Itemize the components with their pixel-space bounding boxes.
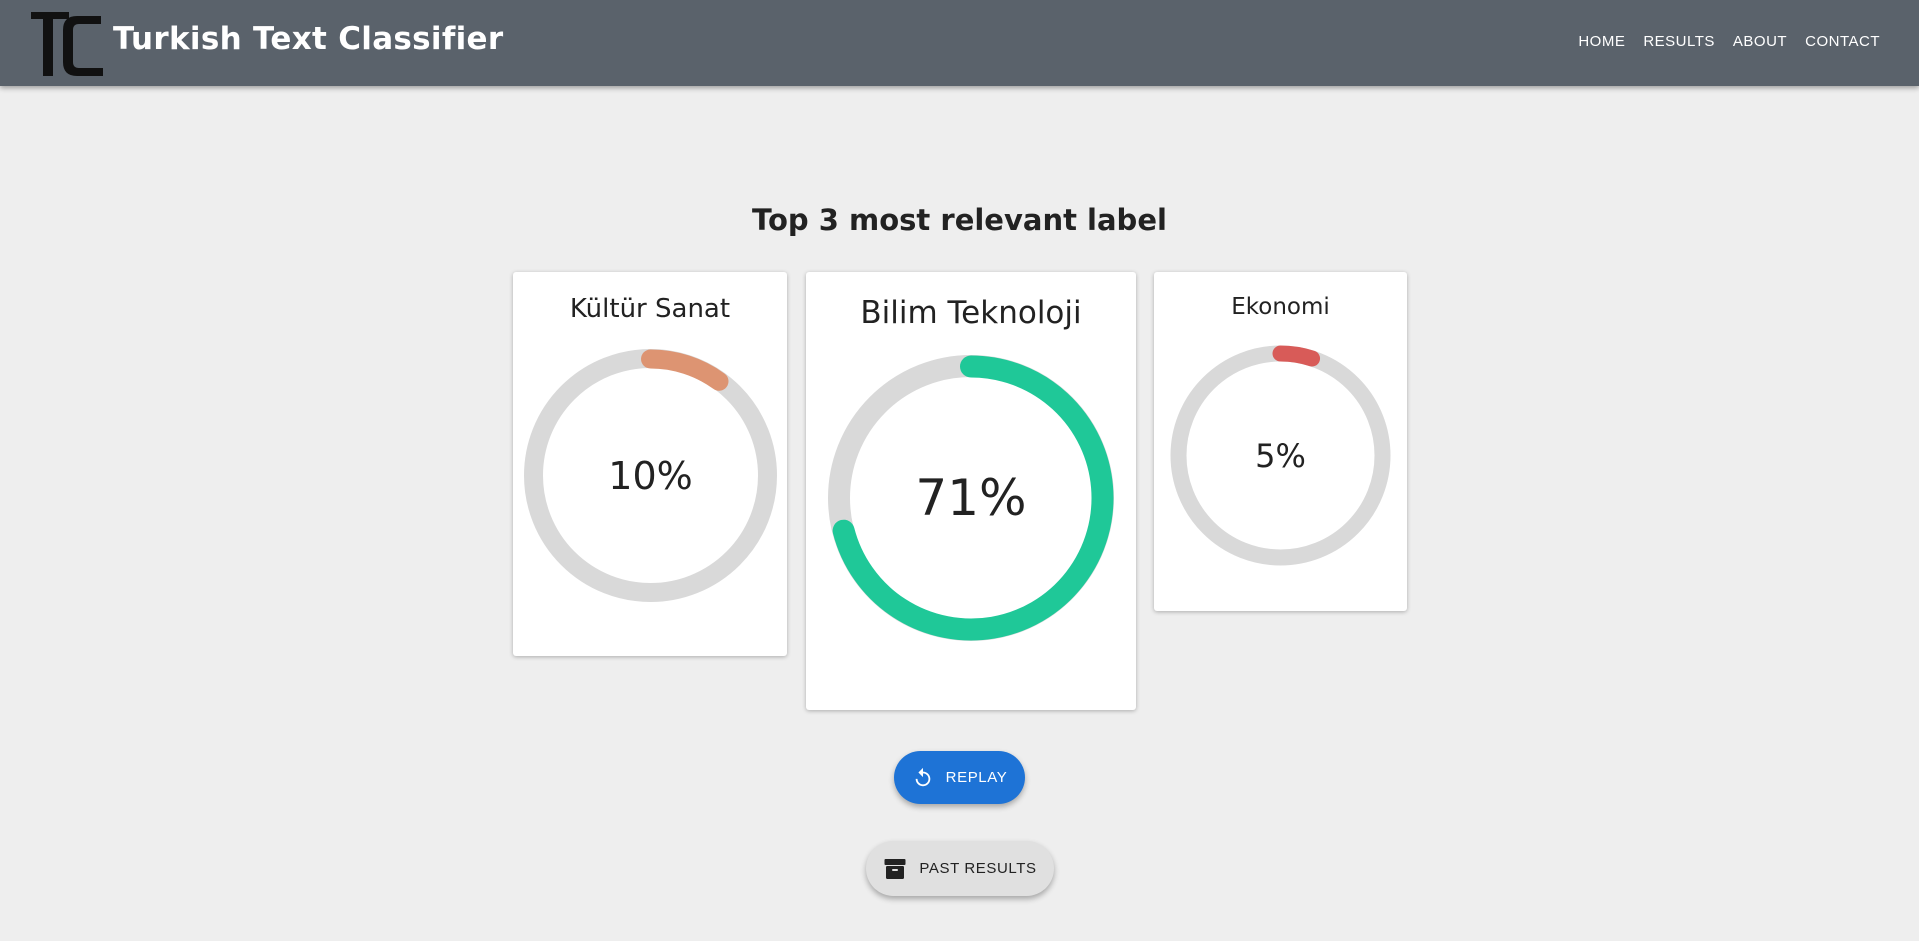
- top-navbar: Turkish Text Classifier HOME RESULTS ABO…: [0, 0, 1919, 86]
- replay-button[interactable]: REPLAY: [894, 751, 1025, 804]
- progress-gauge: 10%: [524, 349, 777, 602]
- progress-gauge: 71%: [828, 355, 1114, 641]
- result-card-ekonomi: Ekonomi 5%: [1154, 272, 1407, 611]
- result-label: Ekonomi: [1231, 294, 1330, 320]
- tc-monogram-icon[interactable]: [31, 10, 104, 78]
- app-title[interactable]: Turkish Text Classifier: [113, 21, 503, 57]
- nav-about-link[interactable]: ABOUT: [1724, 33, 1796, 50]
- result-card-bilim-teknoloji: Bilim Teknoloji 71%: [806, 272, 1136, 710]
- result-percent: 71%: [915, 469, 1027, 527]
- archive-box-icon: [884, 858, 906, 879]
- progress-gauge: 5%: [1170, 345, 1391, 566]
- result-percent: 10%: [608, 453, 693, 498]
- replay-icon: [915, 767, 930, 786]
- result-percent: 5%: [1255, 436, 1306, 475]
- nav-results-link[interactable]: RESULTS: [1634, 33, 1724, 50]
- result-label: Bilim Teknoloji: [860, 295, 1082, 331]
- past-results-button[interactable]: PAST RESULTS: [866, 841, 1054, 896]
- main-nav: HOME RESULTS ABOUT CONTACT: [1569, 33, 1889, 50]
- nav-home-link[interactable]: HOME: [1569, 33, 1634, 50]
- past-results-label: PAST RESULTS: [919, 860, 1037, 877]
- replay-label: REPLAY: [945, 769, 1008, 786]
- result-card-kultur-sanat: Kültür Sanat 10%: [513, 272, 787, 656]
- results-heading: Top 3 most relevant label: [752, 203, 1167, 237]
- nav-contact-link[interactable]: CONTACT: [1796, 33, 1889, 50]
- result-label: Kültür Sanat: [569, 294, 731, 324]
